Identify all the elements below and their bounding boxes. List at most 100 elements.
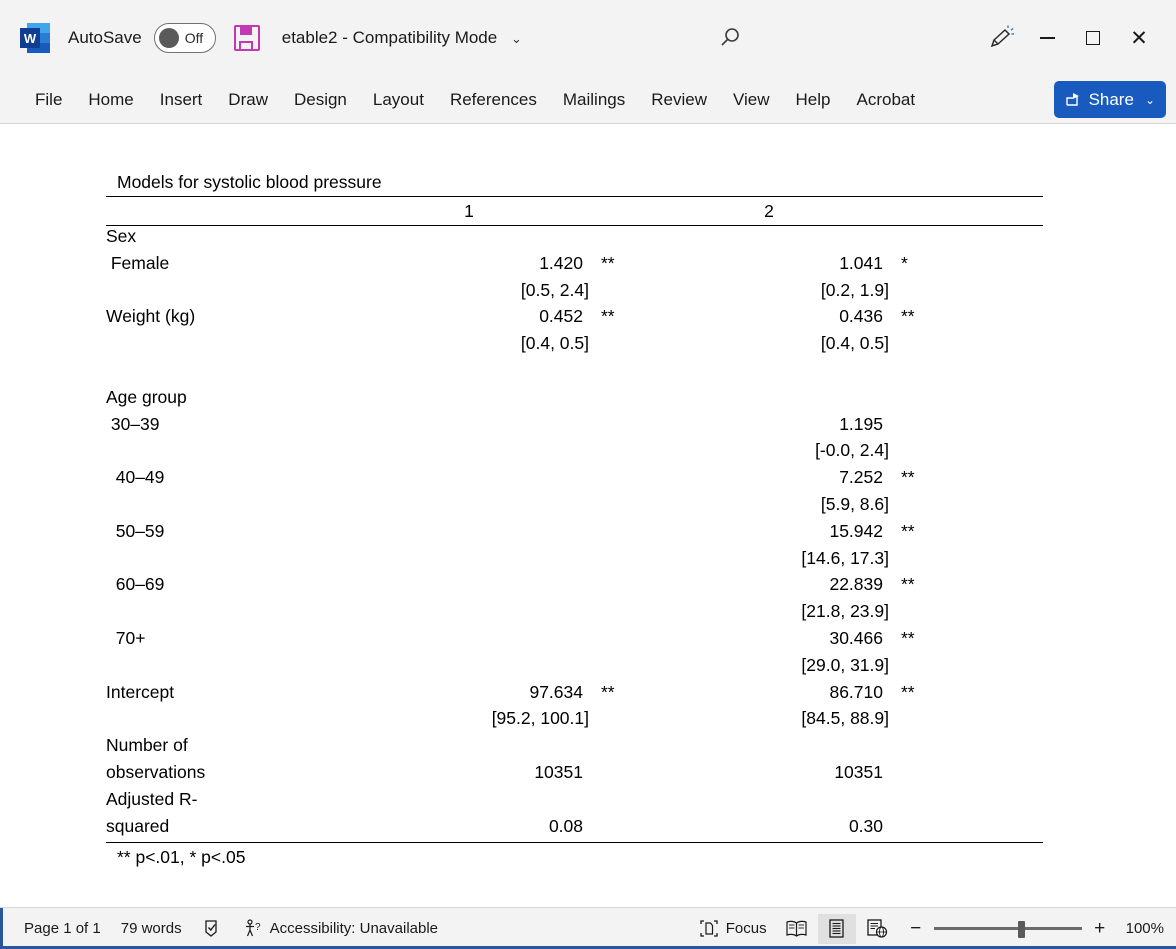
word-window: W AutoSave Off etable2 - Compatibility M… (0, 0, 1176, 949)
table-row: 40–49 7.252 ** (106, 467, 1043, 494)
tab-mailings[interactable]: Mailings (550, 84, 638, 116)
row-label: 30–39 (106, 413, 160, 434)
tab-file[interactable]: File (22, 84, 75, 116)
table-row: Weight (kg) 0.452 ** 0.436 ** (106, 306, 1043, 333)
tab-draw[interactable]: Draw (215, 84, 281, 116)
proofing-check-icon[interactable] (192, 915, 233, 942)
ink-pen-icon[interactable] (978, 15, 1024, 61)
save-icon[interactable] (233, 25, 260, 51)
row-stars-2: ** (901, 306, 915, 327)
print-layout-icon[interactable] (817, 913, 856, 944)
zoom-out-button[interactable]: − (909, 919, 923, 938)
table-row: Sex (106, 226, 1043, 253)
row-value-1: 10351 (534, 761, 583, 782)
tab-view[interactable]: View (720, 84, 783, 116)
tab-home[interactable]: Home (75, 84, 146, 116)
row-label: observations (106, 761, 206, 782)
tab-design[interactable]: Design (281, 84, 360, 116)
tab-help[interactable]: Help (783, 84, 844, 116)
focus-label: Focus (725, 920, 767, 937)
table-row: 50–59 15.942 ** (106, 521, 1043, 548)
row-value-1: [0.5, 2.4] (520, 279, 589, 300)
row-label: 50–59 (106, 520, 165, 541)
compatibility-mode-label: Compatibility Mode (352, 28, 498, 47)
row-value-2: [21.8, 23.9] (801, 601, 889, 622)
table-row: [0.5, 2.4] [0.2, 1.9] (106, 280, 1043, 307)
close-button[interactable]: ✕ (1116, 15, 1162, 61)
table-row: 70+ 30.466 ** (106, 628, 1043, 655)
table-row: Age group (106, 387, 1043, 414)
autosave-state: Off (184, 30, 204, 46)
row-value-2: 1.041 (839, 252, 883, 273)
header-col-1: 1 (464, 200, 474, 221)
row-value-1: [0.4, 0.5] (520, 333, 589, 354)
table-row: Intercept 97.634 ** 86.710 ** (106, 682, 1043, 709)
zoom-slider-track (933, 927, 1082, 930)
status-side-accent (0, 908, 3, 949)
accessibility-label: Accessibility: Unavailable (269, 920, 439, 937)
row-label: 40–49 (106, 467, 165, 488)
row-stars-2: ** (901, 627, 915, 648)
tab-review[interactable]: Review (638, 84, 720, 116)
page-indicator[interactable]: Page 1 of 1 (14, 916, 111, 941)
zoom-in-button[interactable]: + (1093, 919, 1107, 938)
row-label: Weight (kg) (106, 306, 196, 327)
search-icon[interactable] (717, 25, 743, 51)
word-count[interactable]: 79 words (111, 916, 192, 941)
autosave-toggle[interactable]: Off (153, 23, 216, 53)
page-label: Page 1 of 1 (24, 920, 101, 937)
tab-insert[interactable]: Insert (147, 84, 216, 116)
web-layout-icon[interactable] (858, 914, 896, 944)
document-page: Models for systolic blood pressure 1 2 S… (0, 124, 1176, 907)
row-value-2: 0.30 (848, 815, 883, 836)
zoom-slider-thumb[interactable] (1017, 920, 1025, 938)
share-button[interactable]: Share ⌄ (1053, 81, 1166, 118)
row-label: Adjusted R- (106, 788, 198, 809)
table-row: 30–39 1.195 (106, 414, 1043, 441)
table-row: [0.4, 0.5] [0.4, 0.5] (106, 333, 1043, 360)
zoom-slider[interactable] (933, 920, 1082, 938)
table-row: [-0.0, 2.4] (106, 440, 1043, 467)
row-value-2: [84.5, 88.9] (801, 708, 889, 729)
row-value-1: 1.420 (539, 252, 583, 273)
search-area (482, 25, 978, 51)
row-value-1: [95.2, 100.1] (491, 708, 589, 729)
row-value-2: [-0.0, 2.4] (815, 440, 889, 461)
toggle-knob (158, 28, 179, 48)
share-label: Share (1088, 89, 1134, 109)
focus-mode-button[interactable]: Focus (689, 915, 777, 942)
tab-layout[interactable]: Layout (360, 84, 437, 116)
row-stars-2: * (901, 252, 908, 273)
row-stars-1: ** (601, 252, 615, 273)
row-value-1: 97.634 (529, 681, 583, 702)
document-name: etable2 (281, 28, 338, 47)
row-stars-1: ** (601, 681, 615, 702)
table-header-row: 1 2 (106, 197, 1043, 225)
tab-acrobat[interactable]: Acrobat (844, 84, 929, 116)
row-value-2: [29.0, 31.9] (801, 654, 889, 675)
table-row: [29.0, 31.9] (106, 655, 1043, 682)
table-row: [95.2, 100.1] [84.5, 88.9] (106, 708, 1043, 735)
document-canvas[interactable]: Models for systolic blood pressure 1 2 S… (0, 123, 1176, 907)
tab-references[interactable]: References (437, 84, 550, 116)
accessibility-status[interactable]: ? Accessibility: Unavailable (233, 915, 448, 942)
minimize-button[interactable] (1024, 15, 1070, 61)
read-mode-icon[interactable] (778, 914, 816, 944)
title-bar: W AutoSave Off etable2 - Compatibility M… (0, 0, 1176, 76)
row-value-2: 10351 (834, 761, 883, 782)
zoom-level-label[interactable]: 100% (1126, 920, 1164, 937)
row-label: 70+ (106, 627, 146, 648)
table-footnote: ** p<.01, * p<.05 (117, 847, 246, 868)
row-value-2: [0.2, 1.9] (820, 279, 889, 300)
results-table: Models for systolic blood pressure 1 2 S… (106, 172, 1043, 868)
table-body: Sex Female 1.420 ** 1.041 * [0.5, 2.4] [… (106, 226, 1043, 842)
table-row: 60–69 22.839 ** (106, 574, 1043, 601)
row-value-1: 0.452 (539, 306, 583, 327)
chevron-down-icon[interactable]: ⌄ (1145, 93, 1155, 107)
maximize-button[interactable] (1070, 15, 1116, 61)
ribbon-tab-bar: File Home Insert Draw Design Layout Refe… (0, 76, 1176, 123)
table-row: [14.6, 17.3] (106, 548, 1043, 575)
row-stars-2: ** (901, 520, 915, 541)
row-stars-2: ** (901, 467, 915, 488)
table-row: [21.8, 23.9] (106, 601, 1043, 628)
